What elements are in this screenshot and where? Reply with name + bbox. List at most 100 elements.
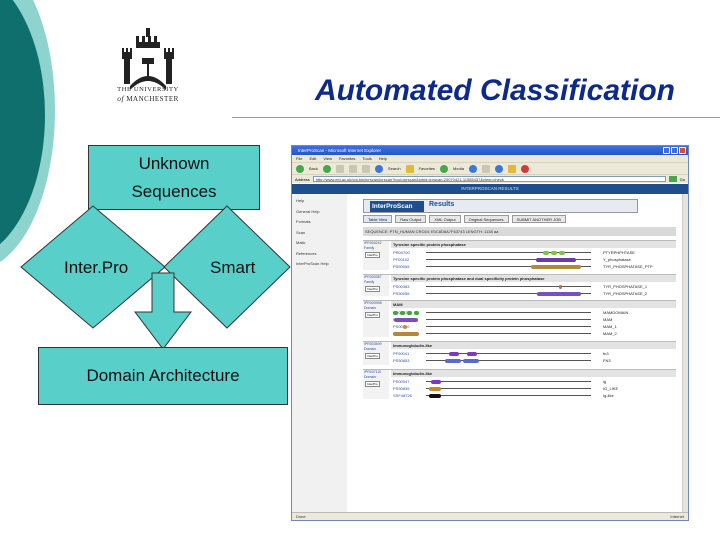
signature-id[interactable]: PS50853 <box>393 357 409 364</box>
favorites-label[interactable]: Favorites <box>419 166 435 171</box>
menu-view[interactable]: View <box>323 155 332 162</box>
table-row: PF00041 fn3 <box>391 350 676 357</box>
address-input[interactable]: http://www.ebi.ac.uk/cgi-bin/iprscan/ipr… <box>312 176 666 182</box>
results-heading: Results <box>429 201 455 208</box>
sidebar-item-formats[interactable]: Formats <box>296 219 347 230</box>
domain-match <box>445 358 461 363</box>
media-label[interactable]: Media <box>453 166 464 171</box>
mail-icon[interactable] <box>481 164 490 173</box>
signature-name: Y_phosphatase <box>603 257 631 262</box>
close-icon[interactable] <box>679 147 686 154</box>
sequence-track <box>426 333 591 334</box>
menu-favorites[interactable]: Favorites <box>339 155 355 162</box>
interpro-button[interactable]: InterPro <box>365 353 380 359</box>
tab-table-view[interactable]: Table View <box>363 215 393 223</box>
stop-icon[interactable] <box>335 164 344 173</box>
search-icon[interactable] <box>374 164 383 173</box>
menu-tools[interactable]: Tools <box>362 155 371 162</box>
vertical-scrollbar[interactable] <box>682 194 688 512</box>
menu-edit[interactable]: Edit <box>309 155 316 162</box>
browser-title: InterProScan - Microsoft Internet Explor… <box>298 148 382 153</box>
signature-name: fn3 <box>603 351 609 356</box>
refresh-icon[interactable] <box>348 164 357 173</box>
maximize-icon[interactable] <box>671 147 678 154</box>
edit-icon[interactable] <box>507 164 516 173</box>
iprscan-header: InterProScan Results <box>363 199 638 213</box>
tab-xml-output[interactable]: XML Output <box>429 215 461 223</box>
sequence-track <box>426 388 591 389</box>
table-row: SSF48726 Ig-like <box>391 392 676 399</box>
sequences-label: Sequences <box>131 181 217 201</box>
sidebar-item-scan[interactable]: Scan <box>296 230 347 241</box>
sequence-track <box>426 319 591 320</box>
signature-id[interactable]: PS50835 <box>393 385 409 392</box>
status-text: Done <box>296 514 306 519</box>
results-tabs: Table View Raw Output XML Output Origina… <box>363 215 566 223</box>
interpro-button[interactable]: InterPro <box>365 286 380 292</box>
group-title: Tyrosine specific protein phosphatase <box>391 241 676 248</box>
menu-file[interactable]: File <box>296 155 302 162</box>
go-icon[interactable] <box>668 176 677 182</box>
group-type: Domain <box>364 375 377 379</box>
page-content: INTERPROSCAN RESULTS Help General Help F… <box>292 184 688 512</box>
slide: THE UNIVERSITY of MANCHESTER Automated C… <box>0 0 720 540</box>
signature-name: MAM_1 <box>603 324 617 329</box>
history-icon[interactable] <box>468 164 477 173</box>
group-type: Family <box>364 280 375 284</box>
address-bar: Address http://www.ebi.ac.uk/cgi-bin/ipr… <box>292 174 688 183</box>
results-main: InterProScan Results Table View Raw Outp… <box>348 194 682 512</box>
sidebar-item-iprscan-help[interactable]: InterProScan Help <box>296 261 347 272</box>
university-logo-text: THE UNIVERSITY of MANCHESTER <box>100 86 196 103</box>
signature-name: PTYRPHPHTASE <box>603 250 635 255</box>
sidebar-item-matic[interactable]: Matic <box>296 240 347 251</box>
sequence-track <box>426 395 591 396</box>
signature-id[interactable]: PR00700 <box>393 249 410 256</box>
domain-match <box>559 250 565 255</box>
back-label[interactable]: Back <box>309 166 318 171</box>
group-title: Immunoglobulin-like <box>391 370 676 377</box>
interpro-button[interactable]: InterPro <box>365 381 380 387</box>
interpro-button[interactable]: InterPro <box>365 252 380 258</box>
tab-original-sequences[interactable]: Original Sequences <box>463 215 509 223</box>
tab-raw-output[interactable]: Raw Output <box>395 215 427 223</box>
logo-line-2: of MANCHESTER <box>100 94 196 103</box>
back-icon[interactable] <box>296 164 304 173</box>
group-side: IPR000998 Domain InterPro <box>363 301 389 337</box>
signature-id[interactable]: PF00041 <box>393 350 409 357</box>
signature-id[interactable]: PS00047 <box>393 378 409 385</box>
result-group: IPR007110 Domain InterPro Immunoglobulin… <box>363 369 676 399</box>
signature-id[interactable]: PS50056 <box>393 290 409 297</box>
domain-architecture-box: Domain Architecture <box>38 347 288 405</box>
go-label[interactable]: Go <box>680 177 685 182</box>
home-icon[interactable] <box>361 164 370 173</box>
status-bar: Done Internet <box>292 512 688 520</box>
domain-match <box>407 310 412 315</box>
minimize-icon[interactable] <box>663 147 670 154</box>
sidebar-item-general-help[interactable]: General Help <box>296 209 347 220</box>
sequence-track <box>426 326 591 327</box>
sidebar-item-references[interactable]: References <box>296 251 347 262</box>
interpro-button[interactable]: InterPro <box>365 312 380 318</box>
signature-id[interactable]: SSF48726 <box>393 392 412 399</box>
result-group: IPR000242 Family InterPro Tyrosine speci… <box>363 240 676 270</box>
signature-id[interactable]: PS00383 <box>393 283 409 290</box>
messenger-icon[interactable] <box>520 164 529 173</box>
domain-match <box>400 310 405 315</box>
media-icon[interactable] <box>440 164 449 173</box>
forward-icon[interactable] <box>322 164 331 173</box>
sidebar-item-help[interactable]: Help <box>296 198 347 209</box>
browser-toolbar: Back Search Favorites Media <box>292 162 688 174</box>
signature-name: MAM <box>603 317 613 322</box>
signature-id[interactable]: PS50055 <box>393 263 409 270</box>
print-icon[interactable] <box>494 164 503 173</box>
group-side: IPR003599 Domain InterPro <box>363 342 389 365</box>
search-label[interactable]: Search <box>388 166 401 171</box>
favorites-icon[interactable] <box>405 164 414 173</box>
domain-match <box>536 257 576 262</box>
domain-match <box>449 351 459 356</box>
menu-help[interactable]: Help <box>379 155 387 162</box>
signature-id[interactable]: PF00102 <box>393 256 409 263</box>
submit-another-job-button[interactable]: SUBMIT ANOTHER JOB <box>511 215 566 223</box>
table-row: PS50055 TYR_PHOSPHATASE_PTP <box>391 263 676 270</box>
domain-match <box>543 250 549 255</box>
